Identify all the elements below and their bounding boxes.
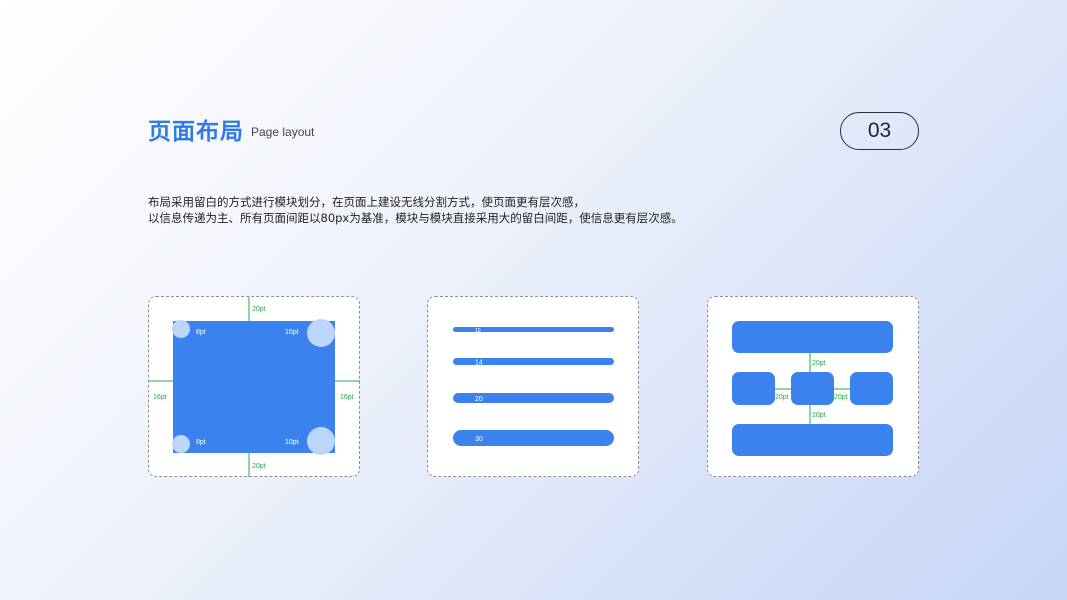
gap-label-left: 20pt — [775, 394, 789, 401]
bar-label-20: 20 — [475, 396, 483, 403]
description-line-1: 布局采用留白的方式进行模块划分，在页面上建设无线分割方式，使页面更有层次感， — [148, 195, 585, 209]
radius-label-top-left: 8pt — [196, 329, 206, 336]
bar-label-14: 14 — [475, 360, 483, 367]
bar-sizes-card: 10 14 20 30 — [427, 296, 639, 477]
bar-sizes-illustration: 10 14 20 30 — [453, 327, 614, 446]
left-margin-label: 16pt — [153, 394, 167, 401]
module-spacing-illustration: 20pt 20pt 20pt 20pt — [732, 321, 893, 456]
page-subtitle: Page layout — [251, 125, 315, 139]
module-spacing-card: 20pt 20pt 20pt 20pt — [707, 296, 919, 477]
corner-circle-top-left — [172, 320, 190, 338]
bottom-margin-label: 20pt — [252, 463, 266, 470]
corner-circle-bottom-left — [172, 435, 190, 453]
margin-radius-illustration: 20pt 20pt 16pt 16pt 8pt 10pt 8pt 10pt — [149, 297, 360, 477]
bar-label-10: 10 — [475, 328, 481, 334]
gap-label-right: 20pt — [834, 394, 848, 401]
description: 布局采用留白的方式进行模块划分，在页面上建设无线分割方式，使页面更有层次感， 以… — [148, 194, 683, 226]
corner-circle-bottom-right — [307, 427, 335, 455]
page-number-badge: 03 — [840, 112, 919, 150]
margin-radius-card: 20pt 20pt 16pt 16pt 8pt 10pt 8pt 10pt — [148, 296, 360, 477]
radius-label-top-right: 10pt — [285, 329, 299, 336]
bar-label-30: 30 — [475, 436, 483, 443]
right-margin-label: 16pt — [340, 394, 354, 401]
gap-label-top: 20pt — [812, 360, 826, 367]
module-left — [732, 372, 775, 405]
module-right — [850, 372, 893, 405]
radius-label-bottom-right: 10pt — [285, 439, 299, 446]
gap-label-bottom: 20pt — [812, 412, 826, 419]
module-center — [791, 372, 834, 405]
top-margin-label: 20pt — [252, 306, 266, 313]
page-title: 页面布局 — [148, 119, 244, 145]
description-line-2: 以信息传递为主、所有页面间距以80px为基准，模块与模块直接采用大的留白间距，使… — [148, 211, 683, 225]
radius-label-bottom-left: 8pt — [196, 439, 206, 446]
corner-circle-top-right — [307, 319, 335, 347]
module-bottom — [732, 424, 893, 456]
module-top — [732, 321, 893, 353]
